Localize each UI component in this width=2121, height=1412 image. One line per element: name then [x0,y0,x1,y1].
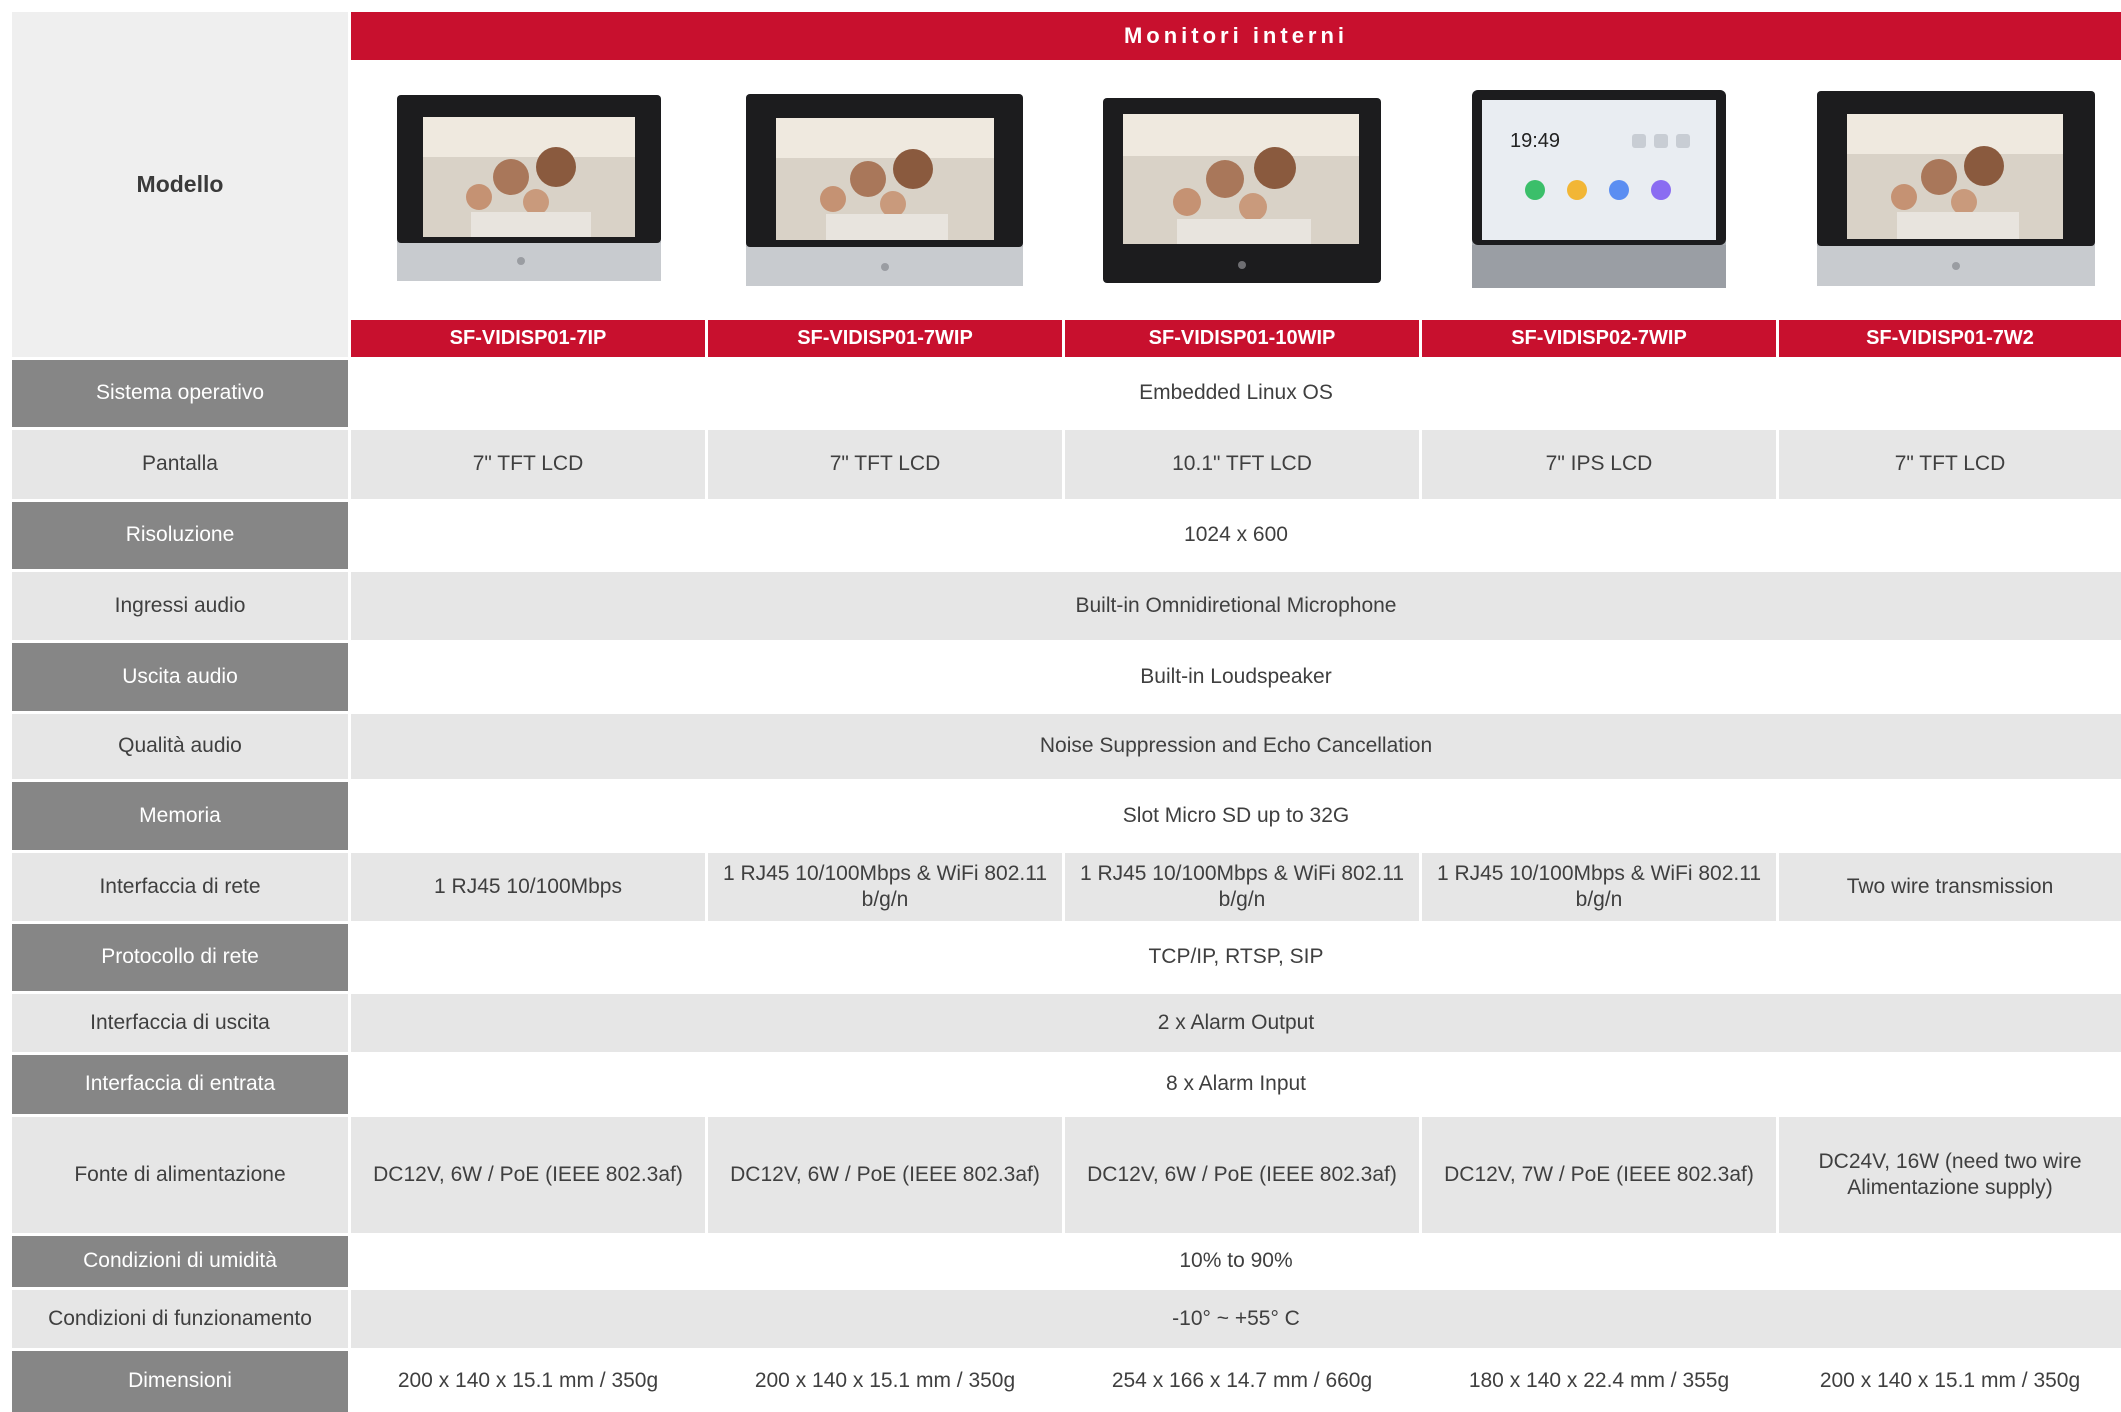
row-value: DC12V, 7W / PoE (IEEE 802.3af) [1422,1117,1776,1233]
monitor-image-icon [1103,98,1381,283]
row-value: TCP/IP, RTSP, SIP [351,924,2121,991]
row-value: DC24V, 16W (need two wire Alimentazione … [1779,1117,2121,1233]
row-label: Fonte di alimentazione [12,1117,348,1233]
model-name-1: SF-VIDISP01-7IP [351,320,705,357]
row-label: Risoluzione [12,502,348,569]
model-name-4: SF-VIDISP02-7WIP [1422,320,1776,357]
row-value: 180 x 140 x 22.4 mm / 355g [1422,1351,1776,1412]
row-value: Built-in Omnidiretional Microphone [351,572,2121,640]
row-label: Condizioni di funzionamento [12,1290,348,1348]
row-value: Two wire transmission [1779,853,2121,921]
row-value: 254 x 166 x 14.7 mm / 660g [1065,1351,1419,1412]
monitor-image-icon [746,94,1023,286]
row-value: 1024 x 600 [351,502,2121,569]
row-value: 7" TFT LCD [351,430,705,499]
model-name-2: SF-VIDISP01-7WIP [708,320,1062,357]
row-value: Embedded Linux OS [351,360,2121,427]
row-label: Protocollo di rete [12,924,348,991]
row-label: Ingressi audio [12,572,348,640]
row-value: 1 RJ45 10/100Mbps & WiFi 802.11 b/g/n [1065,853,1419,921]
row-label: Uscita audio [12,643,348,711]
row-value: 2 x Alarm Output [351,994,2121,1052]
row-value: 7" TFT LCD [708,430,1062,499]
product-image-5 [1779,62,2121,317]
row-label: Memoria [12,782,348,850]
row-value: Slot Micro SD up to 32G [351,782,2121,850]
row-label: Sistema operativo [12,360,348,427]
row-value: 10.1" TFT LCD [1065,430,1419,499]
row-label: Pantalla [12,430,348,499]
section-title: Monitori interni [351,12,2121,60]
row-value: 7" IPS LCD [1422,430,1776,499]
row-value: 10% to 90% [351,1236,2121,1287]
row-value: 7" TFT LCD [1779,430,2121,499]
model-label-cell: Modello [12,12,348,357]
row-label: Condizioni di umidità [12,1236,348,1287]
product-image-1 [351,62,705,317]
row-label: Interfaccia di uscita [12,994,348,1052]
model-name-5: SF-VIDISP01-7W2 [1779,320,2121,357]
product-image-2 [708,62,1062,317]
row-value: Built-in Loudspeaker [351,643,2121,711]
section-title-text: Monitori interni [1123,23,1349,48]
product-image-4: 19:49 [1422,62,1776,317]
monitor-image-icon [397,95,661,281]
row-label: Interfaccia di rete [12,853,348,921]
row-label: Dimensioni [12,1351,348,1412]
row-label: Qualità audio [12,714,348,779]
model-label: Modello [136,171,224,197]
row-label: Interfaccia di entrata [12,1055,348,1114]
row-value: DC12V, 6W / PoE (IEEE 802.3af) [708,1117,1062,1233]
row-value: 200 x 140 x 15.1 mm / 350g [708,1351,1062,1412]
row-value: 1 RJ45 10/100Mbps [351,853,705,921]
row-value: 8 x Alarm Input [351,1055,2121,1114]
model-name-3: SF-VIDISP01-10WIP [1065,320,1419,357]
monitor-image-icon [1817,91,2095,286]
row-value: Noise Suppression and Echo Cancellation [351,714,2121,779]
row-value: 200 x 140 x 15.1 mm / 350g [1779,1351,2121,1412]
row-value: 1 RJ45 10/100Mbps & WiFi 802.11 b/g/n [708,853,1062,921]
screen-clock: 19:49 [1510,130,1560,152]
row-value: DC12V, 6W / PoE (IEEE 802.3af) [351,1117,705,1233]
row-value: 1 RJ45 10/100Mbps & WiFi 802.11 b/g/n [1422,853,1776,921]
row-value: DC12V, 6W / PoE (IEEE 802.3af) [1065,1117,1419,1233]
monitor-home-screen-icon: 19:49 [1472,90,1726,288]
product-image-3 [1065,62,1419,317]
row-value: -10° ~ +55° C [351,1290,2121,1348]
row-value: 200 x 140 x 15.1 mm / 350g [351,1351,705,1412]
